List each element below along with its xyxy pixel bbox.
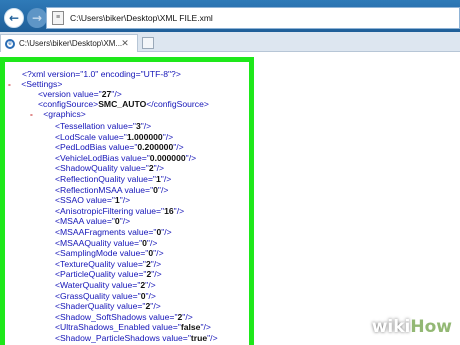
- graphics-setting-line: <PedLodBias value="0.200000"/>: [55, 142, 184, 153]
- address-text[interactable]: C:\Users\biker\Desktop\XML FILE.xml: [70, 13, 213, 23]
- browser-toolbar: ← → ≡ C:\Users\biker\Desktop\XML FILE.xm…: [0, 0, 460, 32]
- graphics-setting-line: <ParticleQuality value="2"/>: [55, 269, 162, 280]
- page-icon: ≡: [52, 11, 64, 25]
- graphics-setting-line: <Tessellation value="3"/>: [55, 121, 152, 131]
- forward-arrow-icon[interactable]: →: [27, 8, 47, 28]
- graphics-setting-line: <ReflectionQuality value="1"/>: [55, 174, 172, 184]
- xml-declaration: <?xml version="1.0" encoding="UTF-8"?>: [22, 69, 181, 79]
- graphics-setting-line: <ReflectionMSAA value="0"/>: [55, 184, 169, 195]
- tab-title: C:\Users\biker\Desktop\XM...: [19, 39, 123, 48]
- graphics-setting-line: <VehicleLodBias value="0.000000"/>: [55, 152, 197, 163]
- collapse-toggle[interactable]: -: [30, 109, 33, 119]
- graphics-setting-line: <AnisotropicFiltering value="16"/>: [55, 205, 185, 216]
- graphics-setting-line: <SamplingMode value="0"/>: [55, 248, 164, 259]
- graphics-setting-line: <ShaderQuality value="2"/>: [55, 301, 161, 312]
- close-icon[interactable]: ✕: [119, 38, 131, 50]
- graphics-setting-line: <GrassQuality value="0"/>: [55, 290, 156, 301]
- tab-xml-file[interactable]: e C:\Users\biker\Desktop\XM... ✕: [0, 34, 138, 52]
- ie-icon: e: [5, 38, 15, 49]
- graphics-setting-line: <TextureQuality value="2"/>: [55, 258, 162, 269]
- graphics-setting-line: <WaterQuality value="2"/>: [55, 280, 156, 290]
- settings-open-line: - <Settings>: [8, 79, 62, 89]
- tab-strip: e C:\Users\biker\Desktop\XM... ✕: [0, 32, 460, 52]
- wikihow-watermark: wiki How: [371, 317, 452, 337]
- new-tab-icon[interactable]: [142, 37, 154, 49]
- xml-content-highlight: <?xml version="1.0" encoding="UTF-8"?> -…: [0, 57, 254, 345]
- settings-open-tag: <Settings>: [21, 79, 63, 89]
- graphics-open-tag: <graphics>: [43, 109, 86, 119]
- graphics-setting-line: <Shadow_ParticleShadows value="true"/>: [55, 333, 218, 343]
- graphics-setting-line: <LodScale value="1.000000"/>: [55, 131, 174, 142]
- version-line: <version value="27"/>: [38, 89, 122, 99]
- graphics-setting-line: <MSAAFragments value="0"/>: [55, 227, 172, 237]
- graphics-setting-line: <Shadow_SoftShadows value="2"/>: [55, 311, 193, 322]
- collapse-toggle[interactable]: -: [8, 79, 11, 89]
- back-arrow-icon[interactable]: ←: [4, 8, 24, 28]
- graphics-open-line: - <graphics>: [30, 109, 86, 119]
- graphics-setting-line: <MSAAQuality value="0"/>: [55, 237, 158, 248]
- address-bar[interactable]: ≡ C:\Users\biker\Desktop\XML FILE.xml: [46, 7, 460, 29]
- graphics-setting-line: <UltraShadows_Enabled value="false"/>: [55, 322, 211, 333]
- config-source-line: <configSource>SMC_AUTO</configSource>: [38, 99, 209, 109]
- graphics-setting-line: <MSAA value="0"/>: [55, 216, 131, 227]
- graphics-setting-line: <SSAO value="1"/>: [55, 195, 131, 206]
- graphics-setting-line: <ShadowQuality value="2"/>: [55, 163, 165, 174]
